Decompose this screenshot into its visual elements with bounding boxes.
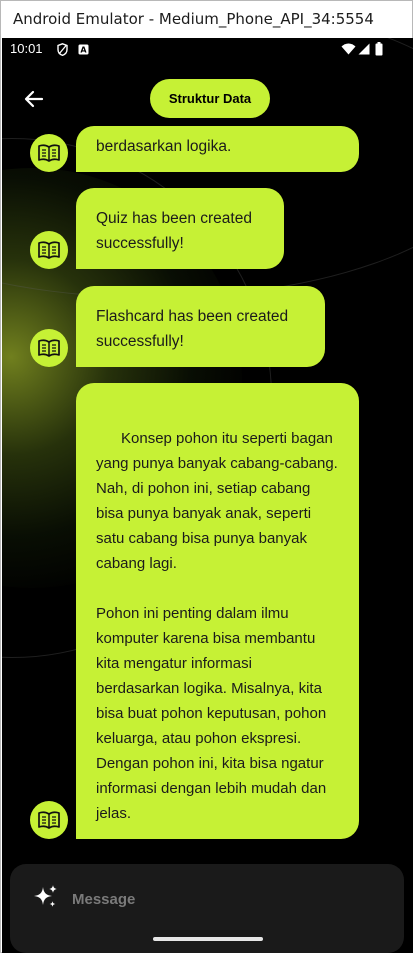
open-book-icon — [38, 811, 60, 829]
window-title: Android Emulator - Medium_Phone_API_34:5… — [13, 10, 374, 28]
chat-message: Quiz has been created successfully! — [76, 188, 284, 269]
message-input[interactable] — [72, 886, 372, 912]
home-indicator[interactable] — [153, 937, 263, 941]
status-bar: 10:01 A — [2, 38, 413, 61]
chat-message-text: Flashcard has been created successfully! — [96, 308, 289, 350]
emulator-window: Android Emulator - Medium_Phone_API_34:5… — [0, 0, 413, 953]
open-book-icon — [38, 144, 60, 162]
bot-avatar — [30, 329, 68, 367]
battery-icon — [375, 42, 383, 56]
open-book-icon — [38, 241, 60, 259]
chat-message: Konsep pohon itu seperti bagan yang puny… — [76, 383, 359, 839]
chat-message: berdasarkan logika. — [76, 126, 359, 172]
open-book-icon — [38, 339, 60, 357]
chat-message: Flashcard has been created successfully! — [76, 286, 325, 367]
chat-message-text: Konsep pohon itu seperti bagan yang puny… — [96, 430, 338, 822]
svg-text:A: A — [80, 46, 87, 55]
arrow-left-icon — [24, 90, 44, 108]
status-time: 10:01 — [10, 41, 43, 56]
a-badge-icon: A — [78, 44, 89, 55]
window-titlebar[interactable]: Android Emulator - Medium_Phone_API_34:5… — [1, 1, 412, 38]
back-button[interactable] — [22, 87, 46, 111]
shield-icon — [57, 43, 68, 56]
bot-avatar — [30, 134, 68, 172]
sparkle-icon[interactable] — [33, 884, 59, 910]
chat-message-text: Quiz has been created successfully! — [96, 210, 252, 252]
bot-avatar — [30, 801, 68, 839]
phone-screen: 10:01 A Struktur Data berdasarkan logika… — [2, 38, 413, 953]
wifi-icon — [341, 43, 356, 55]
signal-icon — [358, 43, 370, 55]
topic-title-pill[interactable]: Struktur Data — [150, 79, 270, 118]
chat-message-text: berdasarkan logika. — [96, 138, 232, 155]
bot-avatar — [30, 231, 68, 269]
